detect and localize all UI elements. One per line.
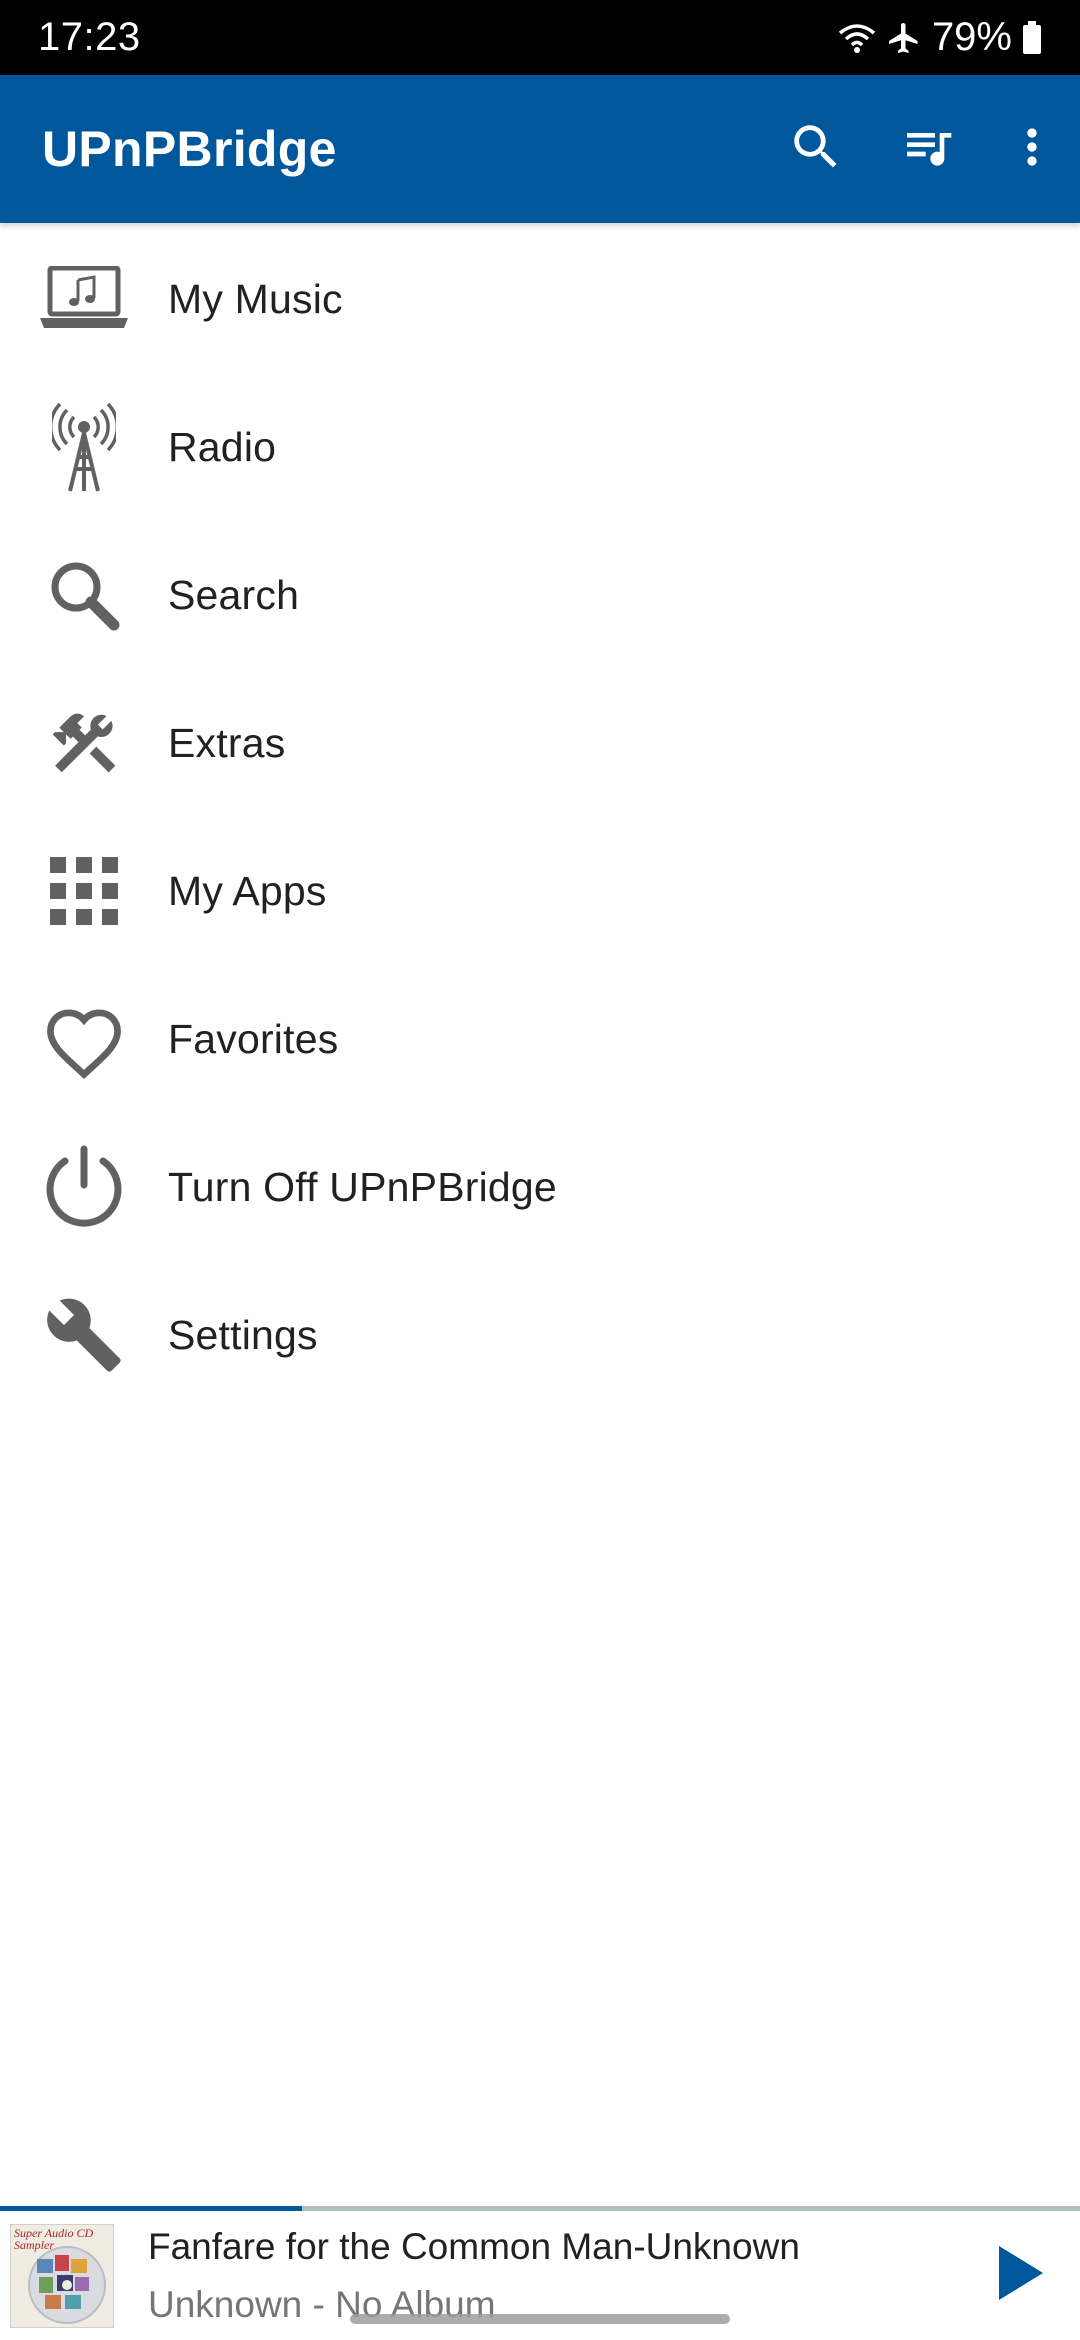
main-menu: My Music Radio Search Extras My Apps Fav… (0, 225, 1080, 1409)
menu-item-label: Radio (168, 423, 277, 470)
menu-item-label: My Music (168, 275, 343, 322)
status-bar: 17:23 79% (0, 0, 1080, 75)
menu-item-label: Extras (168, 719, 286, 766)
battery-icon (1022, 20, 1042, 55)
menu-item-label: Turn Off UPnPBridge (168, 1163, 557, 1210)
battery-percent: 79% (931, 15, 1012, 59)
menu-item-label: My Apps (168, 867, 327, 914)
radio-tower-icon (0, 401, 168, 493)
menu-item-label: Settings (168, 1311, 318, 1358)
menu-item-extras[interactable]: Extras (0, 669, 1080, 817)
gesture-navigation-bar[interactable] (350, 2314, 730, 2324)
search-button[interactable] (760, 75, 872, 223)
status-time: 17:23 (38, 15, 141, 59)
queue-music-icon (900, 119, 956, 180)
search-icon (0, 559, 168, 631)
wrench-icon (0, 1295, 168, 1375)
power-icon (0, 1145, 168, 1229)
menu-item-label: Favorites (168, 1015, 339, 1062)
more-vert-icon (1004, 119, 1060, 180)
app-bar: UPnPBridge (0, 75, 1080, 223)
search-icon (787, 118, 845, 181)
menu-item-search[interactable]: Search (0, 521, 1080, 669)
play-icon (995, 2244, 1045, 2307)
track-title: Fanfare for the Common Man-Unknown (148, 2225, 800, 2267)
laptop-music-icon (0, 266, 168, 332)
apps-grid-icon (0, 855, 168, 927)
menu-item-my-music[interactable]: My Music (0, 225, 1080, 373)
menu-item-radio[interactable]: Radio (0, 373, 1080, 521)
menu-item-turn-off[interactable]: Turn Off UPnPBridge (0, 1113, 1080, 1261)
status-icons: 79% (838, 15, 1042, 60)
heart-icon (0, 998, 168, 1080)
tools-icon (0, 705, 168, 781)
album-art: Super Audio CD Sampler (10, 2223, 114, 2328)
airplane-mode-icon (886, 20, 922, 56)
app-bar-actions (760, 75, 1080, 223)
menu-item-settings[interactable]: Settings (0, 1261, 1080, 1409)
track-info: Fanfare for the Common Man-Unknown Unkno… (148, 2223, 960, 2329)
wifi-icon (838, 21, 876, 55)
play-button[interactable] (960, 2211, 1080, 2340)
app-title: UPnPBridge (42, 121, 337, 177)
menu-item-my-apps[interactable]: My Apps (0, 817, 1080, 965)
queue-button[interactable] (872, 75, 984, 223)
album-art-text: Super Audio CD Sampler (14, 2225, 94, 2252)
menu-item-favorites[interactable]: Favorites (0, 965, 1080, 1113)
menu-item-label: Search (168, 571, 300, 618)
more-options-button[interactable] (984, 75, 1080, 223)
